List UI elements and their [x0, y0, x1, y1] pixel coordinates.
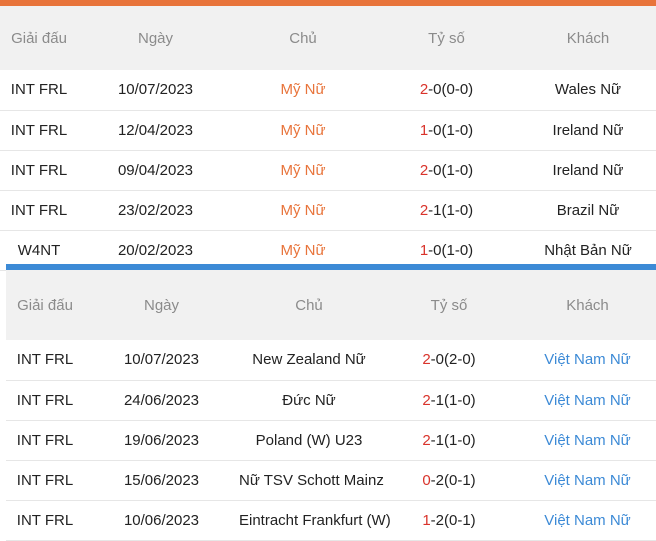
- table-row: INT FRL 10/06/2023 Eintracht Frankfurt (W)…: [6, 500, 656, 541]
- score-rest: -0(1-0): [428, 121, 474, 139]
- cell-away-team: Ireland Nữ: [520, 110, 656, 151]
- table-header-row: Giải đấu Ngày Chủ Tỷ số Khách: [0, 6, 656, 70]
- cell-away-team[interactable]: Việt Nam Nữ: [519, 340, 656, 381]
- col-header-home: Chủ: [239, 270, 379, 340]
- cell-league: INT FRL: [0, 190, 78, 231]
- col-header-away: Khách: [520, 6, 656, 70]
- score-first-digit: 2: [422, 351, 431, 369]
- table-row: INT FRL 15/06/2023 Nữ TSV Schott Mainz 0-2(…: [6, 460, 656, 501]
- cell-home-team: Poland (W) U23: [239, 420, 379, 461]
- vietnam-women-history-table: Giải đấu Ngày Chủ Tỷ số Khách INT FRL 10/…: [6, 264, 656, 541]
- table-header-row: Giải đấu Ngày Chủ Tỷ số Khách: [6, 270, 656, 340]
- cell-away-team[interactable]: Việt Nam Nữ: [519, 380, 656, 421]
- cell-home-team: Đức Nữ: [239, 380, 379, 421]
- cell-date: 09/04/2023: [78, 150, 233, 191]
- cell-home-team: Nữ TSV Schott Mainz: [239, 460, 384, 501]
- cell-date: 15/06/2023: [84, 460, 239, 501]
- cell-league: INT FRL: [6, 500, 84, 541]
- cell-league: INT FRL: [6, 420, 84, 461]
- cell-score: 0-2(0-1): [379, 460, 519, 501]
- score-rest: -2(0-1): [430, 471, 476, 489]
- cell-date: 10/06/2023: [84, 500, 239, 541]
- cell-date: 24/06/2023: [84, 380, 239, 421]
- col-header-score: Tỷ số: [373, 6, 520, 70]
- col-header-league: Giải đấu: [6, 270, 84, 340]
- cell-score: 1-2(0-1): [379, 500, 519, 541]
- col-header-date: Ngày: [84, 270, 239, 340]
- score-first-digit: 1: [419, 241, 429, 259]
- table-row: INT FRL 12/04/2023 Mỹ Nữ 1-0(1-0) Ireland Nữ: [0, 110, 656, 151]
- score-first-digit: 1: [419, 121, 429, 139]
- cell-home-team[interactable]: Mỹ Nữ: [233, 110, 373, 151]
- cell-home-team[interactable]: Mỹ Nữ: [233, 70, 373, 111]
- cell-score: 2-0(2-0): [379, 340, 519, 381]
- us-women-history-table: Giải đấu Ngày Chủ Tỷ số Khách INT FRL 10/…: [0, 0, 656, 271]
- cell-away-team: Wales Nữ: [520, 70, 656, 111]
- score-rest: -2(0-1): [430, 511, 476, 529]
- match-history-page: Giải đấu Ngày Chủ Tỷ số Khách INT FRL 10/…: [0, 0, 656, 541]
- score-first-digit: 2: [419, 81, 429, 99]
- score-rest: -0(0-0): [428, 81, 474, 99]
- cell-date: 19/06/2023: [84, 420, 239, 461]
- cell-away-team[interactable]: Việt Nam Nữ: [519, 420, 656, 461]
- score-first-digit: 2: [419, 201, 429, 219]
- table-row: INT FRL 19/06/2023 Poland (W) U23 2-1(1-0) V…: [6, 420, 656, 461]
- col-header-date: Ngày: [78, 6, 233, 70]
- cell-score: 2-1(1-0): [379, 420, 519, 461]
- cell-away-team: Ireland Nữ: [520, 150, 656, 191]
- cell-score: 2-0(1-0): [373, 150, 520, 191]
- score-rest: -1(1-0): [430, 431, 476, 449]
- cell-score: 2-0(0-0): [373, 70, 520, 111]
- table-row: INT FRL 10/07/2023 Mỹ Nữ 2-0(0-0) Wales Nữ: [0, 70, 656, 111]
- score-rest: -1(1-0): [428, 201, 474, 219]
- cell-league: INT FRL: [0, 150, 78, 191]
- table-row: INT FRL 09/04/2023 Mỹ Nữ 2-0(1-0) Ireland Nữ: [0, 150, 656, 191]
- col-header-home: Chủ: [233, 6, 373, 70]
- cell-away-team[interactable]: Việt Nam Nữ: [519, 460, 656, 501]
- cell-score: 2-1(1-0): [379, 380, 519, 421]
- cell-date: 12/04/2023: [78, 110, 233, 151]
- score-first-digit: 2: [419, 161, 429, 179]
- cell-date: 10/07/2023: [84, 340, 239, 381]
- col-header-league: Giải đấu: [0, 6, 78, 70]
- cell-score: 2-1(1-0): [373, 190, 520, 231]
- score-first-digit: 0: [422, 471, 431, 489]
- cell-date: 23/02/2023: [78, 190, 233, 231]
- cell-league: INT FRL: [6, 340, 84, 381]
- score-rest: -0(1-0): [428, 241, 474, 259]
- col-header-score: Tỷ số: [379, 270, 519, 340]
- table-row: INT FRL 23/02/2023 Mỹ Nữ 2-1(1-0) Brazil Nữ: [0, 190, 656, 231]
- cell-home-team: Eintracht Frankfurt (W): [239, 500, 391, 541]
- score-rest: -0(2-0): [430, 351, 476, 369]
- table-row: INT FRL 10/07/2023 New Zealand Nữ 2-0(2-0) V…: [6, 340, 656, 381]
- cell-league: INT FRL: [0, 110, 78, 151]
- cell-league: INT FRL: [0, 70, 78, 111]
- cell-away-team[interactable]: Việt Nam Nữ: [519, 500, 656, 541]
- table-row: INT FRL 24/06/2023 Đức Nữ 2-1(1-0) Việt Nam …: [6, 380, 656, 421]
- history-table-1: Giải đấu Ngày Chủ Tỷ số Khách INT FRL 10/…: [0, 6, 656, 271]
- cell-score: 1-0(1-0): [373, 110, 520, 151]
- score-first-digit: 1: [422, 511, 431, 529]
- cell-date: 10/07/2023: [78, 70, 233, 111]
- score-first-digit: 2: [422, 431, 431, 449]
- cell-away-team: Brazil Nữ: [520, 190, 656, 231]
- score-rest: -1(1-0): [430, 391, 476, 409]
- cell-home-team[interactable]: Mỹ Nữ: [233, 190, 373, 231]
- cell-home-team: New Zealand Nữ: [239, 340, 379, 381]
- history-table-2: Giải đấu Ngày Chủ Tỷ số Khách INT FRL 10/…: [6, 270, 656, 541]
- score-rest: -0(1-0): [428, 161, 474, 179]
- col-header-away: Khách: [519, 270, 656, 340]
- cell-home-team[interactable]: Mỹ Nữ: [233, 150, 373, 191]
- cell-league: INT FRL: [6, 380, 84, 421]
- score-first-digit: 2: [422, 391, 431, 409]
- cell-league: INT FRL: [6, 460, 84, 501]
